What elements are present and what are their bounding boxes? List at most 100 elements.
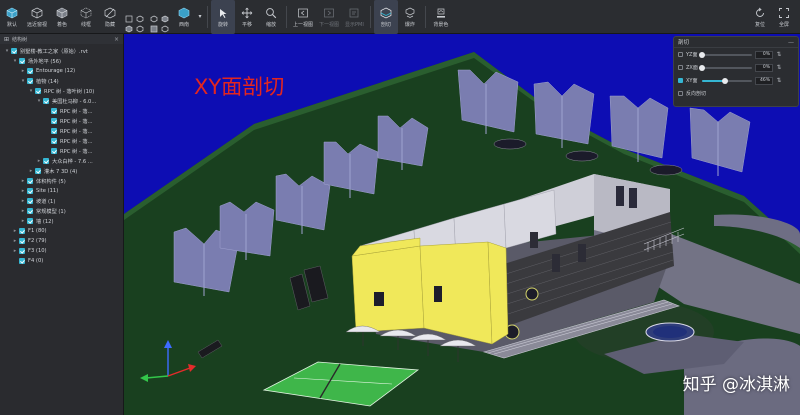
tree-node-checkbox[interactable] (51, 108, 57, 114)
tree-node[interactable]: ▸ 坡道 (1) (0, 196, 123, 206)
collapsed-chevron-icon[interactable]: ▸ (20, 208, 26, 214)
view-dropdown-button[interactable]: ▾ (196, 0, 204, 34)
expanded-chevron-icon[interactable]: ▾ (20, 78, 26, 84)
hide-button[interactable]: 隐藏 (98, 0, 122, 34)
section-plane-checkbox[interactable] (678, 65, 683, 70)
section-plane-slider[interactable] (702, 77, 752, 84)
collapsed-chevron-icon[interactable]: ▸ (12, 238, 18, 244)
tree-node-checkbox[interactable] (27, 68, 33, 74)
view-left-icon[interactable] (125, 18, 133, 32)
reset-button[interactable]: 复位 (748, 0, 772, 34)
section-button[interactable]: 剖切 (373, 0, 398, 34)
tree-node[interactable]: RPC 树 - 落... (0, 126, 123, 136)
pan-button[interactable]: 平移 (235, 0, 259, 34)
tree-node[interactable]: ▸ F2 (79) (0, 236, 123, 246)
slider-knob[interactable] (699, 51, 705, 58)
view-front-icon[interactable] (125, 8, 133, 22)
fullscreen-button[interactable]: 全屏 (772, 0, 796, 34)
tree-node[interactable]: ▸ Entourage (12) (0, 66, 123, 76)
tree-node[interactable]: ▾ 场外地平 (56) (0, 56, 123, 66)
view-bottom-icon[interactable] (161, 8, 169, 22)
tree-node-checkbox[interactable] (11, 48, 17, 54)
expanded-chevron-icon[interactable]: ▾ (28, 88, 34, 94)
shade-button[interactable]: 着色 (50, 0, 74, 34)
section-plane-slider[interactable] (699, 64, 752, 71)
tree-node-checkbox[interactable] (51, 118, 57, 124)
flip-direction-icon[interactable]: ⇅ (775, 64, 783, 71)
tree-node[interactable]: ▾ 别墅楼-教工之家（原始）.rvt (0, 46, 123, 56)
expanded-chevron-icon[interactable]: ▾ (12, 58, 18, 64)
tree-node-checkbox[interactable] (19, 228, 25, 234)
tree-node[interactable]: RPC 树 - 落... (0, 146, 123, 156)
expanded-chevron-icon[interactable]: ▾ (4, 48, 10, 54)
tree-node-checkbox[interactable] (51, 138, 57, 144)
next-view-button[interactable]: 下一视图 (316, 0, 342, 34)
tree-node-checkbox[interactable] (27, 208, 33, 214)
flip-direction-icon[interactable]: ⇅ (775, 51, 783, 58)
slider-knob[interactable] (699, 64, 705, 71)
section-plane-slider[interactable] (699, 51, 752, 58)
expanded-chevron-icon[interactable]: ▾ (36, 98, 42, 104)
collapse-icon[interactable]: — (788, 39, 794, 46)
section-plane-value[interactable]: 0% (755, 50, 773, 59)
tree-node-checkbox[interactable] (43, 158, 49, 164)
tree-node[interactable]: ▾ 美国杜马柳 - 6.0... (0, 96, 123, 106)
tree-node-checkbox[interactable] (27, 178, 33, 184)
tree-node[interactable]: ▸ F3 (10) (0, 246, 123, 256)
tree-node[interactable]: ▸ 大众白桦 - 7.6 ... (0, 156, 123, 166)
default-view-button[interactable]: 默认 (0, 0, 24, 34)
collapsed-chevron-icon[interactable]: ▸ (20, 188, 26, 194)
section-plane-checkbox[interactable] (678, 52, 683, 57)
collapsed-chevron-icon[interactable]: ▸ (20, 68, 26, 74)
close-icon[interactable]: × (114, 36, 119, 43)
rotate-button[interactable]: 旋转 (211, 0, 236, 34)
flip-direction-icon[interactable]: ⇅ (775, 77, 783, 84)
tree-node[interactable]: ▸ 体积构件 (5) (0, 176, 123, 186)
collapsed-chevron-icon[interactable]: ▸ (36, 158, 42, 164)
perspective-button[interactable]: 远近窗视 (24, 0, 50, 34)
prev-view-button[interactable]: 上一视图 (290, 0, 316, 34)
view-iso-icon[interactable] (150, 18, 158, 32)
view-ne-icon[interactable] (161, 18, 169, 32)
collapsed-chevron-icon[interactable]: ▸ (20, 198, 26, 204)
tree-node-checkbox[interactable] (27, 198, 33, 204)
tree-node[interactable]: F4 (0) (0, 256, 123, 266)
tree-node-checkbox[interactable] (51, 148, 57, 154)
slider-knob[interactable] (722, 77, 728, 84)
tree-node[interactable]: RPC 树 - 落... (0, 136, 123, 146)
tree-node[interactable]: ▾ 植物 (14) (0, 76, 123, 86)
section-plane-value[interactable]: 46% (755, 76, 773, 85)
reverse-section-row[interactable]: 反向剖切 (674, 87, 798, 99)
tree-node[interactable]: ▸ 灌木 7 3D (4) (0, 166, 123, 176)
tree-node-checkbox[interactable] (35, 168, 41, 174)
view-back-icon[interactable] (150, 8, 158, 22)
tree-node-checkbox[interactable] (27, 78, 33, 84)
tree-node-checkbox[interactable] (43, 98, 49, 104)
bg-color-button[interactable]: 背景色 (429, 0, 453, 34)
section-plane-value[interactable]: 0% (755, 63, 773, 72)
tree-node-checkbox[interactable] (27, 218, 33, 224)
collapsed-chevron-icon[interactable]: ▸ (20, 218, 26, 224)
view-top-icon[interactable] (136, 8, 144, 22)
zoom-button[interactable]: 缩放 (259, 0, 283, 34)
wireframe-button[interactable]: 线框 (74, 0, 98, 34)
reverse-section-checkbox[interactable] (678, 90, 683, 96)
tree-node-checkbox[interactable] (51, 128, 57, 134)
tree-node[interactable]: ▸ Site (11) (0, 186, 123, 196)
tree-node[interactable]: RPC 树 - 落... (0, 106, 123, 116)
collapsed-chevron-icon[interactable]: ▸ (28, 168, 34, 174)
collapsed-chevron-icon[interactable]: ▸ (12, 228, 18, 234)
tree-node-checkbox[interactable] (35, 88, 41, 94)
collapsed-chevron-icon[interactable]: ▸ (20, 178, 26, 184)
tree-node[interactable]: RPC 树 - 落... (0, 116, 123, 126)
tree-node[interactable]: ▸ 常规模型 (1) (0, 206, 123, 216)
tree-node-checkbox[interactable] (19, 248, 25, 254)
tree-node[interactable]: ▾ RPC 树 - 落叶树 (10) (0, 86, 123, 96)
pmi-button[interactable]: 显示PMI (342, 0, 367, 34)
collapsed-chevron-icon[interactable]: ▸ (12, 248, 18, 254)
tree-node-checkbox[interactable] (19, 58, 25, 64)
section-plane-checkbox[interactable] (678, 78, 683, 83)
view-right-icon[interactable] (136, 18, 144, 32)
tree-node-checkbox[interactable] (27, 188, 33, 194)
tree-node-checkbox[interactable] (19, 258, 25, 264)
